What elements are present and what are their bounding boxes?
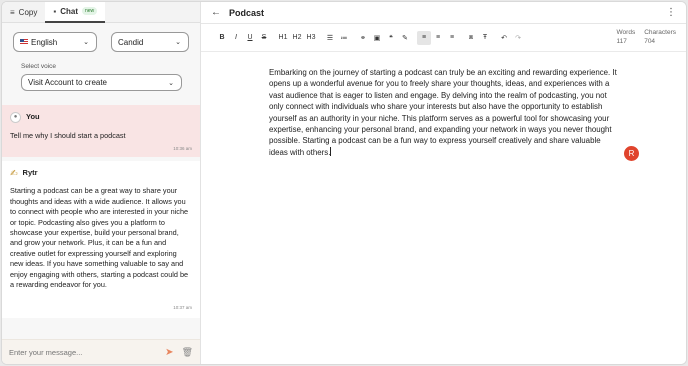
- characters-value: 704: [644, 38, 656, 45]
- align-right-icon[interactable]: ≡: [445, 31, 459, 45]
- back-arrow-icon[interactable]: ←: [211, 7, 221, 18]
- redo-icon[interactable]: ↷: [511, 31, 525, 45]
- formatting-toolbar: B I U S H1 H2 H3 ☰ ≔ ⚭ ▣ ❝ ✎ ≡ ≡ ≡ ⧈ Ŧ ↶…: [201, 24, 686, 52]
- clear-format-icon[interactable]: Ŧ: [478, 31, 492, 45]
- voice-select[interactable]: Visit Account to create ⌄: [21, 74, 182, 91]
- heading3-button[interactable]: H3: [304, 31, 318, 45]
- chevron-down-icon: ⌄: [175, 39, 181, 46]
- voice-label: Select voice: [21, 63, 57, 70]
- image-icon[interactable]: ▣: [370, 31, 384, 45]
- language-select[interactable]: English ⌄: [13, 32, 97, 52]
- chevron-down-icon: ⌄: [83, 39, 89, 46]
- language-value: English: [31, 37, 58, 47]
- words-value: 117: [616, 38, 627, 45]
- link-icon[interactable]: ⚭: [356, 31, 370, 45]
- undo-icon[interactable]: ↶: [497, 31, 511, 45]
- user-message: ● You Tell me why I should start a podca…: [2, 105, 200, 157]
- send-icon[interactable]: ➤: [165, 347, 173, 358]
- tab-chat[interactable]: ▪ Chat new: [45, 2, 106, 23]
- message-time: 10:36 am: [173, 145, 192, 151]
- rytr-logo-icon: ✍: [10, 168, 18, 178]
- tab-copy[interactable]: ≡ Copy: [2, 2, 45, 23]
- document-header: ← Podcast ⋮: [201, 2, 686, 24]
- chat-message-input[interactable]: [9, 347, 166, 357]
- text-cursor: [330, 146, 332, 156]
- message-time: 10:37 am: [173, 304, 192, 310]
- highlight-pen-icon[interactable]: ✎: [398, 31, 412, 45]
- panel-tabs: ≡ Copy ▪ Chat new: [2, 2, 200, 23]
- align-left-icon[interactable]: ≡: [417, 30, 431, 45]
- underline-button[interactable]: U: [243, 31, 257, 45]
- quote-icon[interactable]: ❝: [384, 31, 398, 45]
- tone-select[interactable]: Candid ⌄: [111, 32, 189, 52]
- us-flag-icon: [20, 39, 28, 45]
- assistant-message: ✍ Rytr Starting a podcast can be a great…: [2, 161, 200, 318]
- bold-button[interactable]: B: [215, 31, 229, 45]
- heading1-button[interactable]: H1: [276, 31, 290, 45]
- more-options-icon[interactable]: ⋮: [666, 7, 676, 18]
- heading2-button[interactable]: H2: [290, 31, 304, 45]
- chat-options: English ⌄ Candid ⌄: [2, 23, 200, 52]
- message-text: Tell me why I should start a podcast: [10, 131, 126, 140]
- chat-icon: ▪: [53, 6, 57, 16]
- strikethrough-button[interactable]: S: [257, 31, 271, 45]
- message-author: You: [26, 112, 40, 122]
- new-badge: new: [81, 7, 98, 15]
- document-title[interactable]: Podcast: [229, 8, 264, 18]
- editor-panel: ← Podcast ⋮ B I U S H1 H2 H3 ☰ ≔ ⚭ ▣ ❝ ✎…: [201, 2, 686, 364]
- trash-icon[interactable]: 🗑: [182, 347, 193, 358]
- word-count: Words 117: [617, 28, 636, 46]
- characters-label: Characters: [644, 29, 676, 36]
- message-author: Rytr: [22, 168, 38, 177]
- tone-value: Candid: [118, 37, 144, 47]
- user-avatar[interactable]: R: [624, 146, 639, 161]
- chevron-down-icon: ⌄: [168, 80, 174, 87]
- user-avatar-icon: ●: [10, 112, 21, 123]
- chat-input-bar: ➤ 🗑: [2, 339, 200, 364]
- italic-button[interactable]: I: [229, 31, 243, 45]
- document-body: Embarking on the journey of starting a p…: [269, 68, 617, 157]
- words-label: Words: [616, 29, 636, 36]
- menu-icon: ≡: [10, 7, 15, 17]
- tab-copy-label: Copy: [18, 7, 38, 17]
- message-text: Starting a podcast can be a great way to…: [10, 186, 189, 290]
- chat-panel: ≡ Copy ▪ Chat new English ⌄ Candid ⌄ Sel…: [2, 2, 201, 364]
- bullet-list-icon[interactable]: ☰: [323, 31, 337, 45]
- document-stats: Words 117 Characters 704: [617, 28, 676, 46]
- voice-value: Visit Account to create: [28, 78, 108, 87]
- document-editor[interactable]: Embarking on the journey of starting a p…: [269, 67, 621, 158]
- app-window: ≡ Copy ▪ Chat new English ⌄ Candid ⌄ Sel…: [1, 1, 687, 365]
- align-center-icon[interactable]: ≡: [431, 31, 445, 45]
- tab-chat-label: Chat: [60, 6, 78, 16]
- embed-icon[interactable]: ⧈: [464, 31, 478, 45]
- character-count: Characters 704: [644, 28, 676, 46]
- numbered-list-icon[interactable]: ≔: [337, 31, 351, 45]
